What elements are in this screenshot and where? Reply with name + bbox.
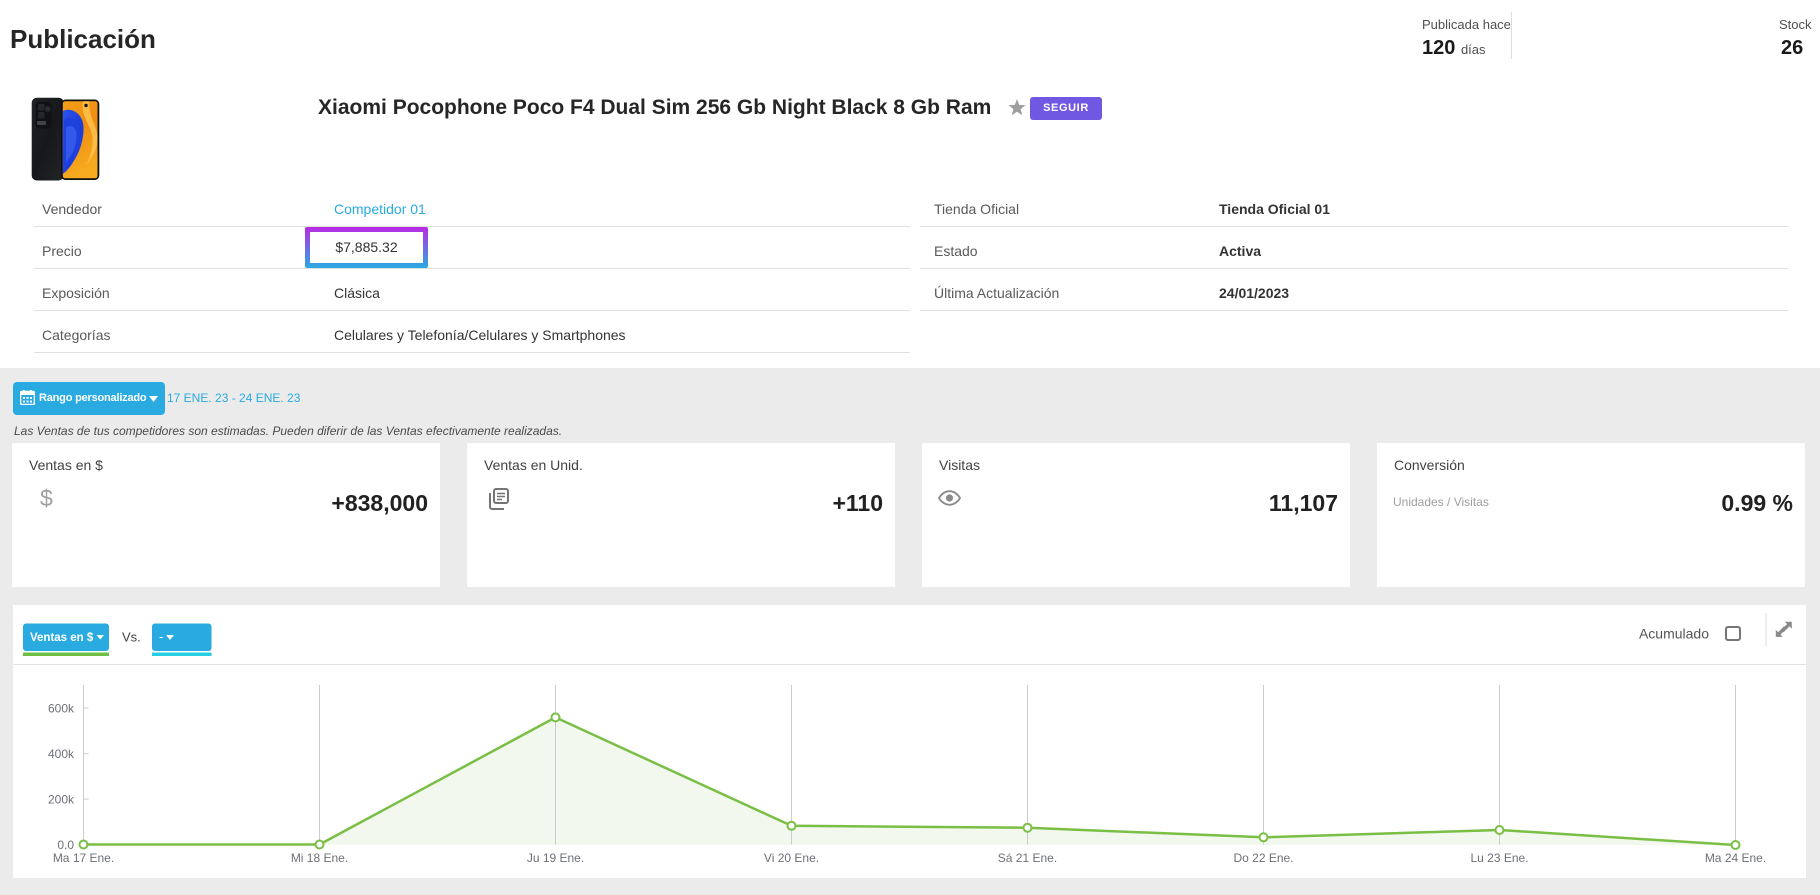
svg-text:Sá 21 Ene.: Sá 21 Ene. <box>998 851 1057 865</box>
svg-text:Acumulado: Acumulado <box>1639 626 1709 642</box>
svg-text:Ma 17 Ene.: Ma 17 Ene. <box>53 851 114 865</box>
svg-text:400k: 400k <box>48 747 75 761</box>
svg-text:600k: 600k <box>48 702 75 716</box>
svg-text:0.0: 0.0 <box>57 838 74 852</box>
svg-text:Mi 18 Ene.: Mi 18 Ene. <box>291 851 348 865</box>
svg-text:Lu 23 Ene.: Lu 23 Ene. <box>1470 851 1528 865</box>
svg-text:Ma 24 Ene.: Ma 24 Ene. <box>1705 851 1766 865</box>
svg-text:Vi 20 Ene.: Vi 20 Ene. <box>764 851 819 865</box>
svg-text:Ventas en $: Ventas en $ <box>30 632 94 644</box>
svg-text:Ju 19 Ene.: Ju 19 Ene. <box>527 851 584 865</box>
svg-text:200k: 200k <box>48 793 75 807</box>
svg-text:Vs.: Vs. <box>122 630 141 645</box>
svg-text:-: - <box>159 629 163 644</box>
svg-text:Do 22 Ene.: Do 22 Ene. <box>1233 851 1293 865</box>
